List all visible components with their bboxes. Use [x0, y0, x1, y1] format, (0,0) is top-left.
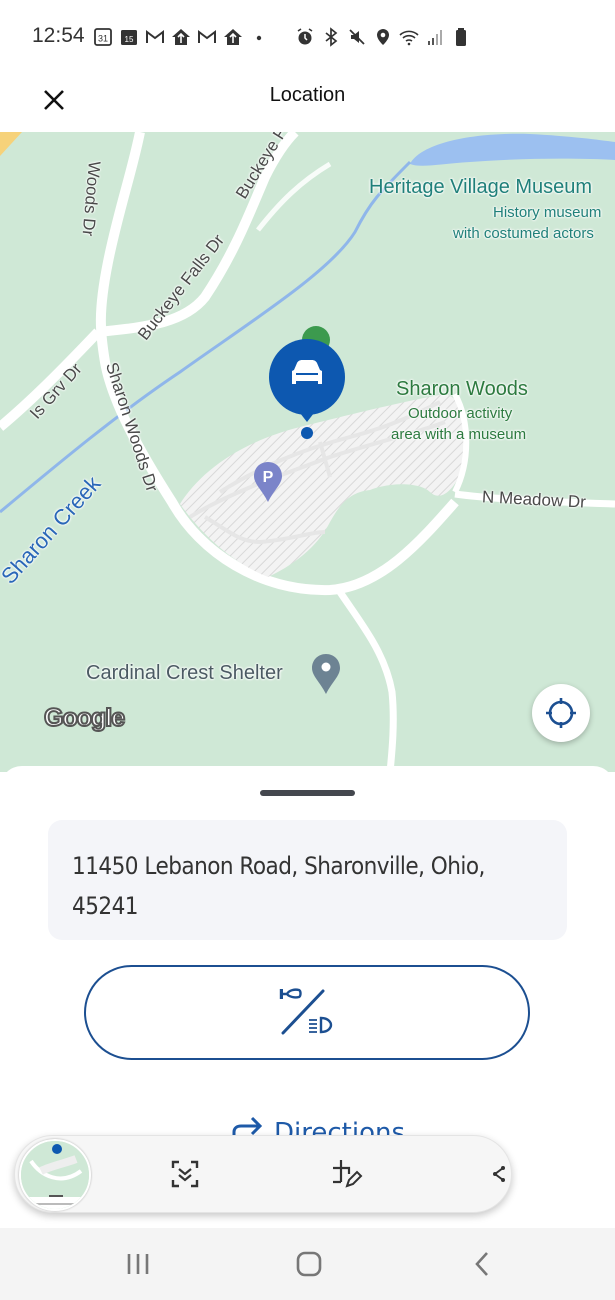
address-card: 11450 Lebanon Road, Sharonville, Ohio, 4… [48, 820, 567, 940]
horn-lights-icon [279, 987, 333, 1034]
wifi-icon [399, 26, 419, 48]
south-road [337, 590, 397, 772]
location-icon [373, 26, 393, 48]
app-bar: Location [0, 72, 615, 132]
sharon-woods-sub2: area with a museum [391, 426, 527, 443]
scroll-capture-button[interactable] [167, 1156, 203, 1192]
screenshot-toolbar [14, 1135, 512, 1213]
calendar-15-icon: 15 [119, 26, 139, 48]
drag-handle[interactable] [260, 790, 355, 796]
sharon-woods-sub1: Outdoor activity [408, 405, 513, 422]
edit-screenshot-button[interactable] [329, 1156, 365, 1192]
bluetooth-icon [321, 26, 341, 48]
back-button[interactable] [462, 1248, 502, 1280]
recents-icon [127, 1254, 149, 1274]
screen: 12:54 31 15 Location P Woods Dr Buckeye … [0, 0, 615, 1300]
svg-text:31: 31 [98, 34, 108, 44]
horn-lights-button[interactable] [84, 965, 530, 1060]
recents-button[interactable] [118, 1248, 158, 1280]
heritage-village-title[interactable]: Heritage Village Museum [369, 176, 592, 199]
system-icons [295, 26, 471, 48]
home-upload-icon [171, 26, 191, 48]
page-title: Location [269, 84, 346, 106]
address-text: 11450 Lebanon Road, Sharonville, Ohio, 4… [72, 852, 485, 920]
home-button[interactable] [289, 1248, 329, 1280]
heritage-village-sub1: History museum [493, 204, 602, 221]
heritage-village-sub2: with costumed actors [453, 225, 594, 242]
sharon-woods-title[interactable]: Sharon Woods [396, 378, 528, 401]
home-upload-icon [223, 26, 243, 48]
yellow-area [0, 132, 22, 156]
google-logo: Google [43, 703, 126, 733]
edit-icon [333, 1160, 363, 1188]
gmail-icon [197, 26, 217, 48]
status-bar: 12:54 31 15 [0, 0, 615, 72]
home-icon [296, 1251, 322, 1277]
cardinal-crest-pin[interactable] [312, 654, 340, 694]
mute-icon [347, 26, 367, 48]
calendar-31-icon: 31 [93, 26, 113, 48]
status-time: 12:54 [32, 24, 85, 47]
share-button[interactable] [489, 1156, 509, 1192]
cardinal-crest-label[interactable]: Cardinal Crest Shelter [86, 662, 283, 685]
thumbnail-map [21, 1141, 89, 1209]
my-location-icon [546, 698, 576, 728]
screenshot-thumbnail[interactable] [19, 1139, 91, 1211]
svg-text:15: 15 [125, 35, 134, 44]
map-view[interactable]: P Woods Dr Buckeye F Buckeye Falls Dr Is… [0, 132, 615, 772]
back-icon [475, 1252, 488, 1276]
scroll-capture-icon [171, 1160, 199, 1188]
parking-icon: P [263, 469, 274, 486]
battery-icon [451, 26, 471, 48]
signal-icon [425, 26, 445, 48]
gmail-icon [145, 26, 165, 48]
alarm-icon [295, 26, 315, 48]
my-location-button[interactable] [532, 684, 590, 742]
system-nav-bar [0, 1228, 615, 1300]
lake [410, 133, 615, 166]
dot-icon [249, 26, 269, 48]
notification-icons: 31 15 [93, 26, 269, 48]
share-icon [493, 1166, 505, 1182]
